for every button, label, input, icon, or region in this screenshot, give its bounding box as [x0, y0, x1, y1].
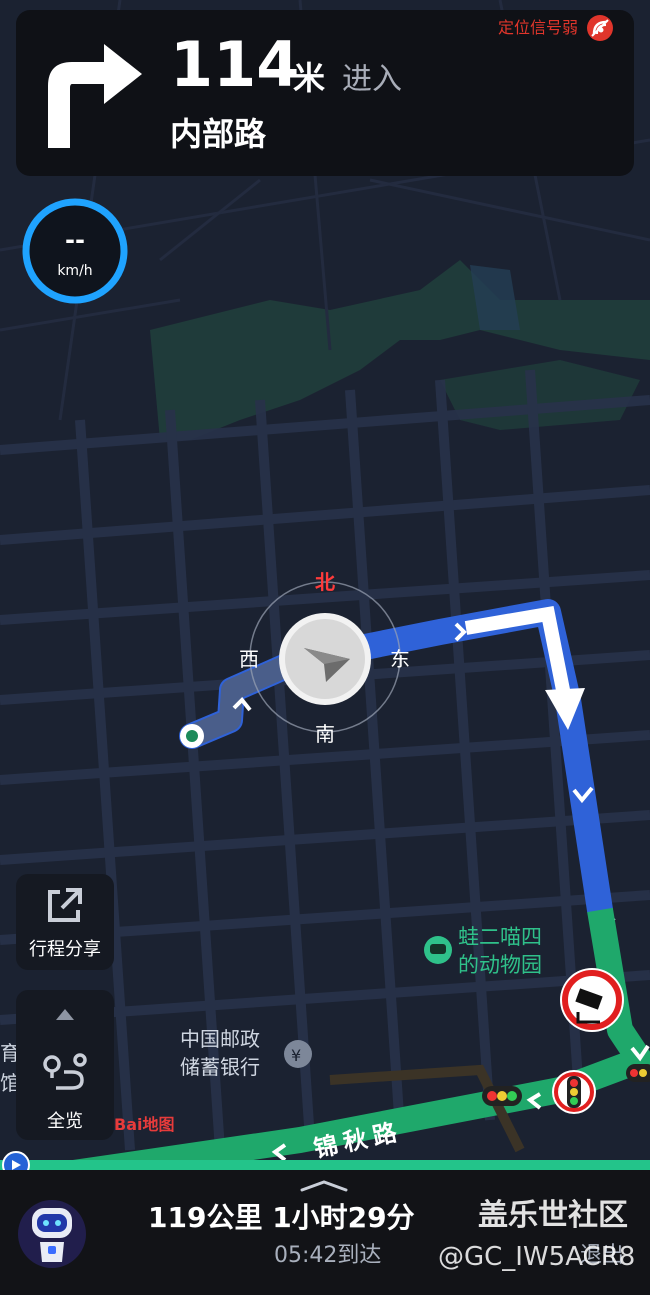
poi-bank-line2[interactable]: 储蓄银行	[180, 1054, 260, 1080]
next-road-name: 内部路	[170, 115, 267, 153]
route-progress-bar	[0, 1160, 650, 1170]
overview-label: 全览	[47, 1111, 83, 1132]
gps-status-text: 定位信号弱	[498, 18, 579, 37]
poi-zoo-line1[interactable]: 蛙二喵四	[458, 924, 542, 950]
compass-south: 南	[315, 722, 335, 746]
weak-signal-icon	[587, 15, 613, 41]
overview-panel[interactable]: 全览	[16, 990, 114, 1140]
collapse-up-icon[interactable]	[54, 1006, 76, 1022]
compass-east: 东	[390, 647, 410, 671]
eta-text: 05:42到达	[274, 1243, 382, 1268]
speed-value: --	[65, 226, 85, 254]
compass-north: 北	[315, 570, 335, 594]
maneuver-action: 进入	[342, 62, 402, 97]
turn-right-icon	[48, 44, 142, 148]
maneuver-distance: 114	[170, 28, 300, 101]
trip-share-label: 行程分享	[29, 939, 101, 960]
svg-text:¥: ¥	[291, 1046, 301, 1065]
share-icon	[48, 888, 82, 922]
watermark-line2: @GC_IW5ACR8	[438, 1242, 636, 1272]
speed-unit: km/h	[57, 263, 93, 279]
compass-west: 西	[239, 647, 259, 671]
trip-share-button[interactable]: 行程分享	[16, 874, 114, 970]
poi-zoo-line2[interactable]: 的动物园	[458, 952, 542, 978]
baidu-map-logo: Bai地图	[114, 1115, 175, 1134]
poi-bank-line1[interactable]: 中国邮政	[180, 1026, 260, 1052]
voice-assistant-icon[interactable]	[18, 1196, 86, 1272]
expand-handle-icon[interactable]	[296, 1178, 352, 1192]
compass-button[interactable]	[276, 610, 374, 708]
maneuver-unit: 米	[293, 59, 326, 97]
trip-summary: 119公里 1小时29分	[148, 1201, 415, 1234]
watermark-line1: 盖乐世社区	[478, 1198, 628, 1233]
route-overview-icon	[43, 1053, 87, 1090]
